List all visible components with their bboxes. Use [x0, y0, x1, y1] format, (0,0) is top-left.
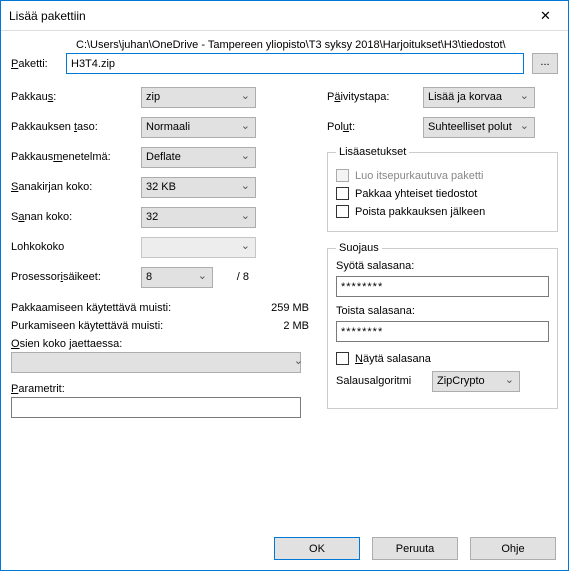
shared-label: Pakkaa yhteiset tiedostot	[355, 188, 477, 200]
delete-row[interactable]: Poista pakkauksen jälkeen	[336, 205, 549, 218]
right-column: Päivitystapa: Lisää ja korvaa Polut: Suh…	[327, 86, 558, 419]
block-select	[141, 237, 256, 258]
options-legend: Lisäasetukset	[336, 146, 409, 158]
titlebar: Lisää pakettiin ✕	[1, 1, 568, 31]
dict-label: Sanakirjan koko:	[11, 181, 141, 193]
word-label: Sanan koko:	[11, 211, 141, 223]
cancel-button[interactable]: Peruuta	[372, 537, 458, 560]
params-input[interactable]	[11, 397, 301, 418]
method-label: Pakkausmenetelmä:	[11, 151, 141, 163]
delete-label: Poista pakkauksen jälkeen	[355, 206, 485, 218]
split-select[interactable]	[11, 352, 301, 373]
threads-select[interactable]: 8	[141, 267, 213, 288]
showpwd-label: Näytä salasana	[355, 353, 431, 365]
ok-button[interactable]: OK	[274, 537, 360, 560]
mem-pack-label: Pakkaamiseen käytettävä muisti:	[11, 302, 171, 314]
word-select[interactable]: 32	[141, 207, 256, 228]
sfx-row: Luo itsepurkautuva paketti	[336, 169, 549, 182]
delete-checkbox[interactable]	[336, 205, 349, 218]
update-select[interactable]: Lisää ja korvaa	[423, 87, 535, 108]
sfx-label: Luo itsepurkautuva paketti	[355, 170, 483, 182]
pwd1-label: Syötä salasana:	[336, 260, 549, 272]
help-button[interactable]: Ohje	[470, 537, 556, 560]
shared-row[interactable]: Pakkaa yhteiset tiedostot	[336, 187, 549, 200]
close-button[interactable]: ✕	[523, 1, 568, 31]
update-label: Päivitystapa:	[327, 91, 423, 103]
shared-checkbox[interactable]	[336, 187, 349, 200]
method-select[interactable]: Deflate	[141, 147, 256, 168]
left-column: Pakkaus: zip Pakkauksen taso: Normaali P…	[11, 86, 309, 419]
level-select[interactable]: Normaali	[141, 117, 256, 138]
archive-label: Paketti:	[11, 58, 66, 70]
archive-path-input[interactable]	[66, 53, 524, 74]
mem-unpack-label: Purkamiseen käytettävä muisti:	[11, 320, 163, 332]
format-label: Pakkaus:	[11, 91, 141, 103]
dict-select[interactable]: 32 KB	[141, 177, 256, 198]
showpwd-checkbox[interactable]	[336, 352, 349, 365]
pwd2-label: Toista salasana:	[336, 305, 549, 317]
encryption-legend: Suojaus	[336, 242, 382, 254]
dialog-window: Lisää pakettiin ✕ C:\Users\juhan\OneDriv…	[0, 0, 569, 571]
block-label: Lohkokoko	[11, 241, 141, 253]
sfx-checkbox	[336, 169, 349, 182]
browse-button[interactable]: ...	[532, 53, 558, 74]
params-label: Parametrit:	[11, 383, 309, 395]
password-confirm-input[interactable]	[336, 321, 549, 342]
mem-unpack-value: 2 MB	[283, 320, 309, 332]
footer-buttons: OK Peruuta Ohje	[274, 537, 556, 560]
algo-label: Salausalgoritmi	[336, 375, 432, 387]
threads-label: Prosessorisäikeet:	[11, 271, 141, 283]
threads-total: / 8	[219, 271, 249, 283]
window-title: Lisää pakettiin	[9, 9, 86, 23]
showpwd-row[interactable]: Näytä salasana	[336, 352, 549, 365]
paths-select[interactable]: Suhteelliset polut	[423, 117, 535, 138]
encryption-group: Suojaus Syötä salasana: Toista salasana:…	[327, 242, 558, 409]
level-label: Pakkauksen taso:	[11, 121, 141, 133]
algo-select[interactable]: ZipCrypto	[432, 371, 520, 392]
split-label: Osien koko jaettaessa:	[11, 338, 309, 350]
format-select[interactable]: zip	[141, 87, 256, 108]
archive-path-dir: C:\Users\juhan\OneDrive - Tampereen ylio…	[76, 39, 558, 51]
paths-label: Polut:	[327, 121, 423, 133]
options-group: Lisäasetukset Luo itsepurkautuva paketti…	[327, 146, 558, 232]
content-area: C:\Users\juhan\OneDrive - Tampereen ylio…	[1, 31, 568, 427]
mem-pack-value: 259 MB	[271, 302, 309, 314]
password-input[interactable]	[336, 276, 549, 297]
